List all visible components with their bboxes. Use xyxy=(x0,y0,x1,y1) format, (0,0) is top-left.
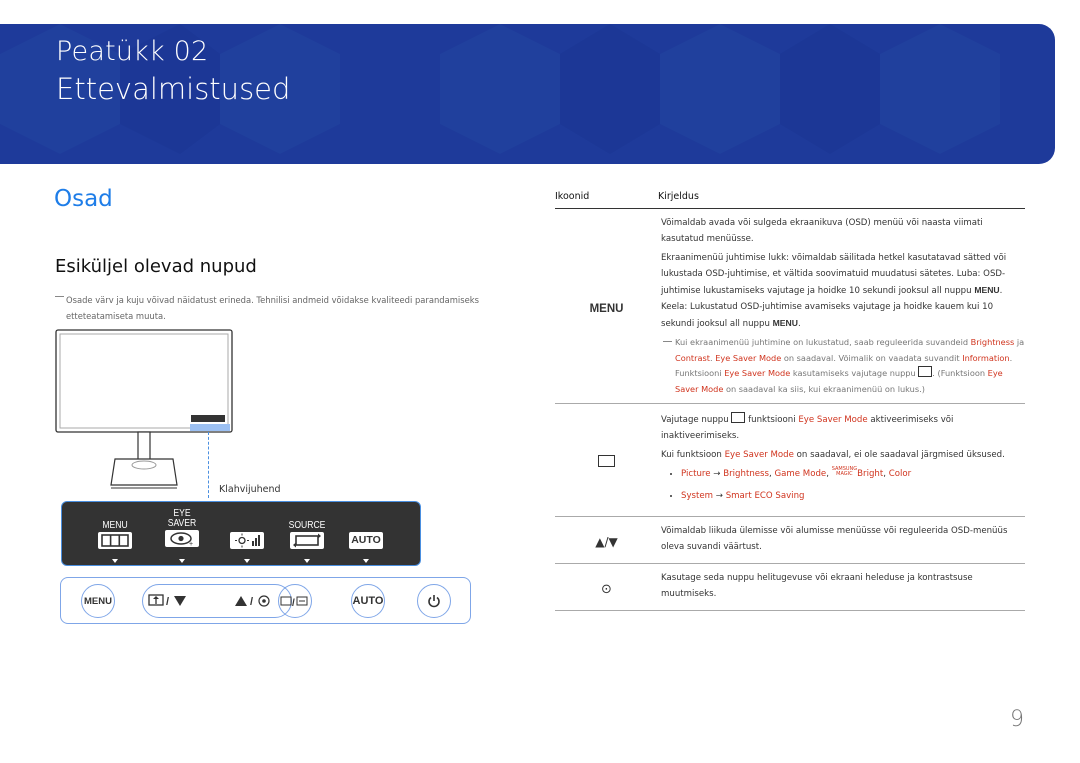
svg-text:+: + xyxy=(189,541,193,547)
key-guide-panel: MENU EYE SAVER + SOURCE AUTO xyxy=(61,501,421,566)
panel-eye-saver: EYE SAVER + xyxy=(161,508,203,548)
unavailable-items-list: Picture → Brightness, Game Mode, SAMSUNG… xyxy=(661,466,1025,504)
menu-icon: MENU xyxy=(589,302,624,315)
header-description: Kirjeldus xyxy=(658,191,1025,209)
eye-saver-button-icon xyxy=(598,454,615,467)
panel-brightness xyxy=(227,530,267,549)
svg-text:/: / xyxy=(250,596,253,608)
eye-saver-icon: + xyxy=(165,530,199,548)
pill-icons: / / xyxy=(148,594,270,608)
table-row-updown: ▲/▼ Võimaldab liikuda ülemisse või alumi… xyxy=(555,516,1025,564)
disclaimer-note: Osade värv ja kuju võivad näidatust erin… xyxy=(55,292,505,324)
source-input-button[interactable]: / xyxy=(278,584,312,618)
brightness-contrast-icon xyxy=(230,532,264,549)
down-arrow-icon xyxy=(304,559,310,563)
svg-text:/: / xyxy=(292,598,295,609)
eye-saver-button-icon xyxy=(918,366,933,377)
section-title: Osad xyxy=(54,186,113,212)
menu-button[interactable]: MENU xyxy=(81,584,115,618)
source-input-icon: / xyxy=(280,596,308,609)
list-item: Picture → Brightness, Game Mode, SAMSUNG… xyxy=(681,466,1025,482)
up-down-icon: ▲/▼ xyxy=(595,534,618,549)
table-row-menu: MENU Võimaldab avada või sulgeda ekraani… xyxy=(555,208,1025,404)
power-button[interactable] xyxy=(417,584,451,618)
note-dash xyxy=(663,341,672,342)
guide-dashed-line xyxy=(208,432,209,498)
header-icons: Ikoonid xyxy=(555,191,658,209)
panel-source: SOURCE xyxy=(284,520,330,549)
eye-saver-button-icon xyxy=(731,412,746,423)
guide-label: Klahvijuhend xyxy=(219,484,281,495)
power-icon xyxy=(428,595,440,608)
down-arrow-icon xyxy=(244,559,250,563)
chapter-label: Peatükk 02 xyxy=(56,36,209,67)
down-arrow-icon xyxy=(112,559,118,563)
magic-logo: SAMSUNG MAGIC xyxy=(831,466,858,477)
enter-icon: ⊙ xyxy=(601,581,612,597)
table-row-enter: ⊙ Kasutage seda nuppu helitugevuse või e… xyxy=(555,563,1025,611)
buttons-table: Ikoonid Kirjeldus MENU Võimaldab avada v… xyxy=(555,191,1025,611)
page-number: 9 xyxy=(1010,707,1024,732)
auto-button[interactable]: AUTO xyxy=(351,584,385,618)
panel-auto: AUTO xyxy=(346,530,386,549)
menu-grid-icon xyxy=(98,532,132,549)
chapter-title: Ettevalmistused xyxy=(56,72,291,106)
table-row-eye-saver: Vajutage nuppu funktsiooni Eye Saver Mod… xyxy=(555,403,1025,517)
eye-updown-enter-button[interactable]: / / xyxy=(142,584,292,618)
down-arrow-icon xyxy=(363,559,369,563)
source-icon xyxy=(290,532,324,549)
down-arrow-icon xyxy=(179,559,185,563)
panel-menu: MENU xyxy=(95,520,135,549)
subsection-title: Esiküljel olevad nupud xyxy=(55,256,257,277)
chapter-banner: Peatükk 02 Ettevalmistused xyxy=(0,24,1055,164)
list-item: System → Smart ECO Saving xyxy=(681,488,1025,504)
note-dash xyxy=(55,296,64,297)
table-header: Ikoonid Kirjeldus xyxy=(555,191,1025,209)
auto-icon: AUTO xyxy=(349,532,383,549)
front-buttons-bar: MENU / / / AUTO xyxy=(60,577,471,624)
lock-description: Ekraanimenüü juhtimise lukk: võimaldab s… xyxy=(661,253,1007,329)
lock-note: Kui ekraanimenüü juhtimine on lukustatud… xyxy=(661,335,1025,397)
svg-text:/: / xyxy=(166,596,169,608)
